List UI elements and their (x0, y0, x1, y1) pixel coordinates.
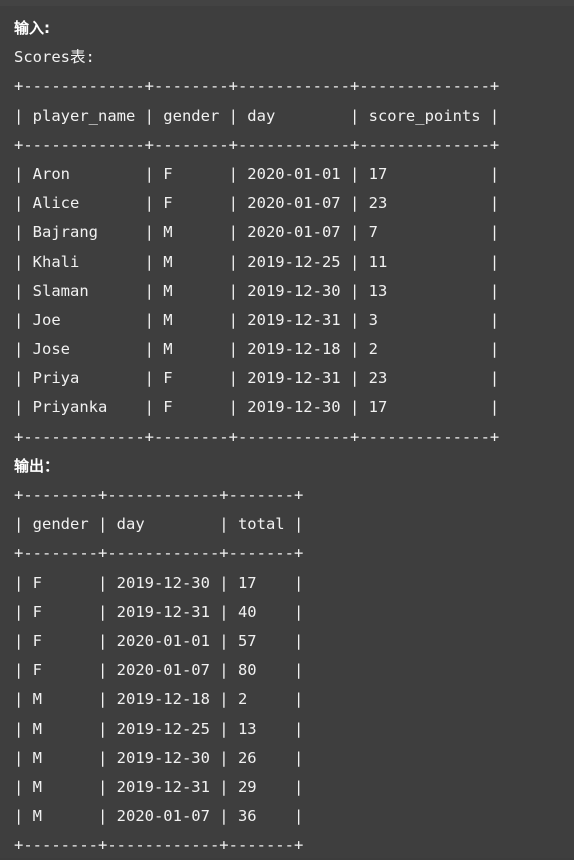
table-row: | Alice | F | 2020-01-07 | 23 | (14, 194, 500, 213)
output-section-label: 输出： (14, 456, 60, 475)
output-table-bottom-border: +--------+------------+-------+ (14, 836, 304, 855)
table-row: | Bajrang | M | 2020-01-07 | 7 | (14, 223, 500, 242)
table-row: | M | 2020-01-07 | 36 | (14, 807, 304, 826)
table-row: | Joe | M | 2019-12-31 | 3 | (14, 310, 500, 329)
output-table-header-row: | gender | day | total | (14, 515, 304, 534)
table-row: | M | 2019-12-30 | 26 | (14, 748, 304, 767)
terminal-content: 输入: Scores表: +-------------+--------+---… (0, 6, 574, 860)
table-row: | Slaman | M | 2019-12-30 | 13 | (14, 281, 500, 300)
table-row: | M | 2019-12-31 | 29 | (14, 777, 304, 796)
table-row: | Priyanka | F | 2019-12-30 | 17 | (14, 398, 500, 417)
output-table-header-border: +--------+------------+-------+ (14, 544, 304, 563)
table-row: | Aron | F | 2020-01-01 | 17 | (14, 164, 500, 183)
table-row: | F | 2019-12-31 | 40 | (14, 602, 304, 621)
input-table-header-row: | player_name | gender | day | score_poi… (14, 106, 500, 125)
input-table-bottom-border: +-------------+--------+------------+---… (14, 427, 500, 446)
output-table-top-border: +--------+------------+-------+ (14, 486, 304, 504)
table-row: | Khali | M | 2019-12-25 | 11 | (14, 252, 500, 271)
table-row: | Priya | F | 2019-12-31 | 23 | (14, 369, 500, 388)
input-table-header-border: +-------------+--------+------------+---… (14, 135, 500, 154)
input-section-label: 输入: (14, 19, 50, 37)
input-table: +-------------+--------+------------+---… (14, 72, 574, 451)
table-row: | F | 2019-12-30 | 17 | (14, 573, 304, 592)
input-table-top-border: +-------------+--------+------------+---… (14, 77, 500, 96)
input-table-caption: Scores表: (14, 48, 95, 67)
table-row: | F | 2020-01-01 | 57 | (14, 631, 304, 650)
terminal-screen: 输入: Scores表: +-------------+--------+---… (0, 0, 574, 858)
table-row: | F | 2020-01-07 | 80 | (14, 661, 304, 680)
table-row: | M | 2019-12-25 | 13 | (14, 719, 304, 738)
table-row: | Jose | M | 2019-12-18 | 2 | (14, 340, 500, 359)
output-table: +--------+------------+-------+ | gender … (14, 481, 574, 860)
table-row: | M | 2019-12-18 | 2 | (14, 690, 304, 709)
